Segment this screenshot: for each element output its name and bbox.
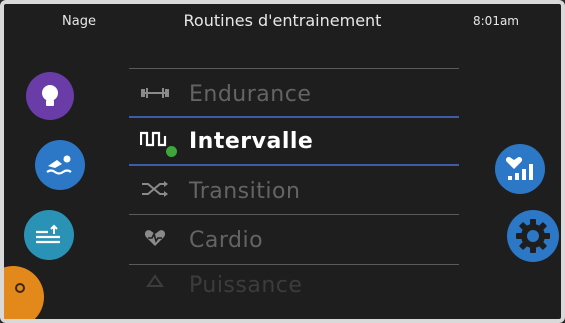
swimmer-icon xyxy=(45,154,75,176)
selection-bottom-line xyxy=(129,164,459,166)
heart-icon xyxy=(139,229,171,251)
swim-button[interactable] xyxy=(35,140,85,190)
shuffle-icon xyxy=(139,181,171,201)
temperature-button[interactable] xyxy=(4,266,44,319)
power-icon xyxy=(139,274,171,296)
menu-divider xyxy=(129,264,459,265)
water-level-button[interactable] xyxy=(24,210,74,260)
water-level-icon xyxy=(34,224,64,246)
gear-icon xyxy=(515,218,551,254)
menu-item-label: Cardio xyxy=(189,227,264,253)
stats-button[interactable] xyxy=(495,144,545,194)
clock: 8:01am xyxy=(473,14,519,28)
light-button[interactable] xyxy=(26,72,74,120)
temperature-icon xyxy=(14,282,26,294)
menu-item-intervalle[interactable]: Intervalle xyxy=(139,121,313,161)
menu-item-label: Puissance xyxy=(189,272,303,298)
selection-top-line xyxy=(129,116,459,118)
heart-stats-icon xyxy=(504,156,536,182)
lightbulb-icon xyxy=(39,83,61,109)
screen: Nage Routines d'entrainement 8:01am Endu… xyxy=(0,0,565,323)
menu-item-transition[interactable]: Transition xyxy=(139,171,300,211)
menu-item-label: Endurance xyxy=(189,81,312,107)
menu-item-cardio[interactable]: Cardio xyxy=(139,220,263,260)
menu-divider xyxy=(129,68,459,69)
menu-item-label: Transition xyxy=(189,178,301,204)
menu-item-puissance[interactable]: Puissance xyxy=(139,270,302,300)
menu-divider xyxy=(129,214,459,215)
interval-wave-icon xyxy=(139,130,177,157)
settings-button[interactable] xyxy=(507,210,559,262)
menu-item-label: Intervalle xyxy=(189,128,314,154)
check-badge-icon xyxy=(166,146,177,157)
menu-item-endurance[interactable]: Endurance xyxy=(139,74,311,114)
barbell-icon xyxy=(139,85,171,104)
top-bar: Nage Routines d'entrainement 8:01am xyxy=(4,4,561,44)
